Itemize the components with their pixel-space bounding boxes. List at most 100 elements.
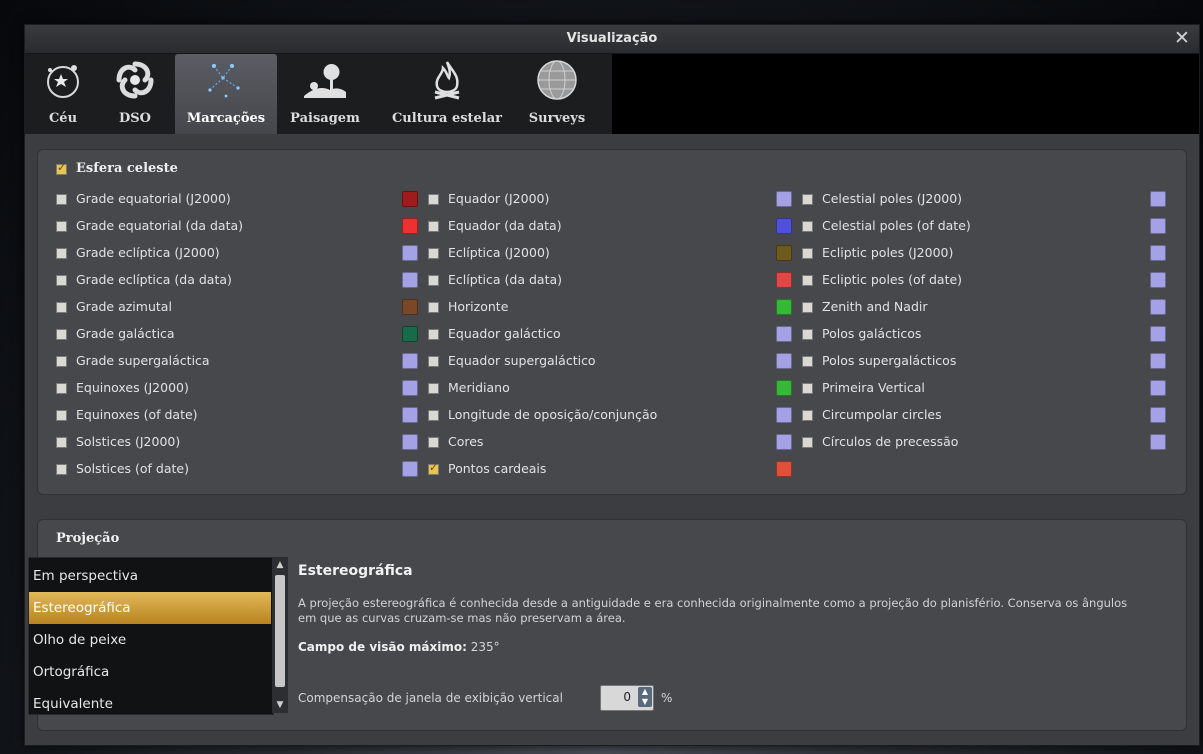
close-icon[interactable]: ✕ bbox=[1171, 27, 1193, 49]
marking-checkbox[interactable] bbox=[56, 356, 67, 367]
marking-checkbox[interactable] bbox=[428, 329, 439, 340]
color-swatch-button[interactable] bbox=[402, 461, 418, 477]
list-item-perspective[interactable]: Em perspectiva bbox=[29, 560, 271, 592]
marking-checkbox[interactable] bbox=[428, 275, 439, 286]
list-item-orthographic[interactable]: Ortográfica bbox=[29, 656, 271, 688]
marking-checkbox[interactable] bbox=[802, 329, 813, 340]
marking-checkbox[interactable] bbox=[428, 248, 439, 259]
color-swatch-button[interactable] bbox=[402, 434, 418, 450]
color-swatch-button[interactable] bbox=[776, 461, 792, 477]
campfire-icon bbox=[377, 54, 517, 106]
color-swatch-button[interactable] bbox=[1150, 353, 1166, 369]
color-swatch-button[interactable] bbox=[1150, 407, 1166, 423]
marking-checkbox[interactable] bbox=[802, 437, 813, 448]
color-swatch-button[interactable] bbox=[402, 272, 418, 288]
tab-dso[interactable]: DSO bbox=[97, 54, 173, 134]
color-swatch-button[interactable] bbox=[776, 407, 792, 423]
marking-checkbox[interactable] bbox=[428, 461, 439, 475]
tab-markings[interactable]: Marcações bbox=[175, 54, 277, 134]
scroll-thumb[interactable] bbox=[275, 575, 285, 687]
color-swatch-button[interactable] bbox=[1150, 245, 1166, 261]
celestial-sphere-checkbox[interactable] bbox=[56, 161, 67, 175]
color-swatch-button[interactable] bbox=[402, 245, 418, 261]
color-swatch-button[interactable] bbox=[1150, 326, 1166, 342]
spin-arrows-icon[interactable]: ▲ ▼ bbox=[638, 687, 652, 707]
tab-sky[interactable]: Céu bbox=[33, 54, 93, 134]
marking-checkbox[interactable] bbox=[802, 275, 813, 286]
marking-checkbox[interactable] bbox=[428, 437, 439, 448]
fov-row: Campo de visão máximo: 235° bbox=[298, 640, 500, 654]
color-swatch-button[interactable] bbox=[1150, 299, 1166, 315]
marking-label: Equador supergaláctico bbox=[448, 353, 596, 368]
color-swatch-button[interactable] bbox=[776, 272, 792, 288]
marking-checkbox[interactable] bbox=[56, 302, 67, 313]
color-swatch-button[interactable] bbox=[402, 407, 418, 423]
tab-markings-label: Marcações bbox=[186, 111, 266, 126]
marking-checkbox[interactable] bbox=[802, 302, 813, 313]
marking-checkbox[interactable] bbox=[428, 194, 439, 205]
marking-label: Grade equatorial (da data) bbox=[76, 218, 244, 233]
list-item-fisheye[interactable]: Olho de peixe bbox=[29, 624, 271, 656]
marking-checkbox[interactable] bbox=[56, 383, 67, 394]
viewport-offset-label: Compensação de janela de exibição vertic… bbox=[298, 691, 563, 705]
marking-checkbox[interactable] bbox=[428, 302, 439, 313]
color-swatch-button[interactable] bbox=[402, 299, 418, 315]
marking-checkbox[interactable] bbox=[56, 221, 67, 232]
marking-checkbox[interactable] bbox=[802, 356, 813, 367]
marking-label: Meridiano bbox=[448, 380, 510, 395]
color-swatch-button[interactable] bbox=[1150, 272, 1166, 288]
marking-checkbox[interactable] bbox=[802, 383, 813, 394]
marking-checkbox[interactable] bbox=[802, 194, 813, 205]
color-swatch-button[interactable] bbox=[1150, 434, 1166, 450]
color-swatch-button[interactable] bbox=[1150, 218, 1166, 234]
landscape-icon bbox=[281, 54, 369, 106]
marking-label: Longitude de oposição/conjunção bbox=[448, 407, 658, 422]
fov-label: Campo de visão máximo: bbox=[298, 640, 467, 654]
projection-list[interactable]: Em perspectiva Estereográfica Olho de pe… bbox=[28, 557, 274, 715]
viewport-offset-value[interactable]: 0 bbox=[605, 690, 631, 704]
color-swatch-button[interactable] bbox=[776, 191, 792, 207]
scroll-down-icon[interactable]: ▼ bbox=[272, 697, 288, 713]
color-swatch-button[interactable] bbox=[776, 353, 792, 369]
marking-checkbox[interactable] bbox=[802, 221, 813, 232]
marking-checkbox[interactable] bbox=[428, 356, 439, 367]
marking-label: Pontos cardeais bbox=[448, 461, 547, 476]
marking-checkbox[interactable] bbox=[56, 248, 67, 259]
color-swatch-button[interactable] bbox=[1150, 380, 1166, 396]
color-swatch-button[interactable] bbox=[1150, 191, 1166, 207]
marking-checkbox[interactable] bbox=[56, 329, 67, 340]
marking-checkbox[interactable] bbox=[428, 383, 439, 394]
marking-checkbox[interactable] bbox=[56, 437, 67, 448]
tab-surveys[interactable]: Surveys bbox=[519, 54, 595, 134]
color-swatch-button[interactable] bbox=[776, 299, 792, 315]
color-swatch-button[interactable] bbox=[776, 218, 792, 234]
marking-checkbox[interactable] bbox=[56, 464, 67, 475]
color-swatch-button[interactable] bbox=[776, 326, 792, 342]
color-swatch-button[interactable] bbox=[402, 218, 418, 234]
marking-checkbox[interactable] bbox=[428, 410, 439, 421]
title-bar[interactable]: Visualização ✕ bbox=[25, 25, 1199, 54]
color-swatch-button[interactable] bbox=[776, 434, 792, 450]
list-item-equal-area[interactable]: Equivalente bbox=[29, 688, 271, 720]
tab-sky-label: Céu bbox=[48, 111, 78, 126]
color-swatch-button[interactable] bbox=[402, 191, 418, 207]
color-swatch-button[interactable] bbox=[402, 380, 418, 396]
marking-checkbox[interactable] bbox=[802, 248, 813, 259]
tab-star-culture[interactable]: Cultura estelar bbox=[377, 54, 517, 134]
window-title: Visualização bbox=[566, 31, 658, 46]
color-swatch-button[interactable] bbox=[402, 353, 418, 369]
marking-checkbox[interactable] bbox=[428, 221, 439, 232]
color-swatch-button[interactable] bbox=[776, 380, 792, 396]
projection-list-scrollbar[interactable]: ▲ ▼ bbox=[272, 557, 288, 713]
scroll-up-icon[interactable]: ▲ bbox=[272, 557, 288, 573]
marking-checkbox[interactable] bbox=[56, 275, 67, 286]
viewport-offset-spinbox[interactable]: 0 ▲ ▼ bbox=[600, 685, 654, 711]
color-swatch-button[interactable] bbox=[402, 326, 418, 342]
marking-checkbox[interactable] bbox=[56, 410, 67, 421]
marking-checkbox[interactable] bbox=[56, 194, 67, 205]
tab-landscape[interactable]: Paisagem bbox=[281, 54, 369, 134]
marking-checkbox[interactable] bbox=[802, 410, 813, 421]
list-item-stereographic[interactable]: Estereográfica bbox=[29, 592, 271, 624]
marking-label: Polos galácticos bbox=[822, 326, 922, 341]
color-swatch-button[interactable] bbox=[776, 245, 792, 261]
